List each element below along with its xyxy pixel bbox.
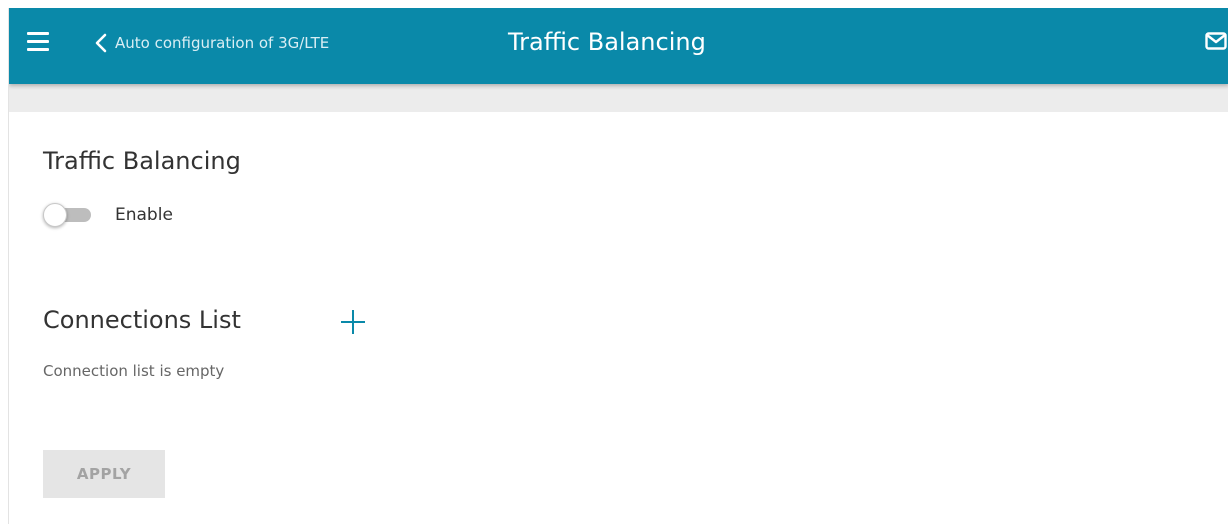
page-title: Traffic Balancing: [508, 28, 706, 56]
toggle-knob: [43, 203, 67, 227]
chevron-left-icon: [95, 33, 107, 53]
enable-label: Enable: [115, 205, 173, 225]
mail-icon: [1205, 32, 1227, 50]
sub-header-bar: [9, 84, 1228, 112]
back-link-label: Auto configuration of 3G/LTE: [115, 34, 330, 52]
top-app-bar: Auto configuration of 3G/LTE Traffic Bal…: [9, 8, 1228, 84]
enable-toggle-row: Enable: [43, 203, 173, 227]
plus-icon: [341, 310, 365, 334]
empty-list-message: Connection list is empty: [43, 362, 225, 380]
connections-list-heading: Connections List: [43, 306, 241, 334]
apply-button[interactable]: APPLY: [43, 450, 165, 498]
notifications-button[interactable]: [1205, 32, 1227, 50]
add-connection-button[interactable]: [339, 308, 367, 336]
menu-button[interactable]: [27, 32, 51, 52]
traffic-balancing-heading: Traffic Balancing: [43, 147, 241, 175]
back-link[interactable]: Auto configuration of 3G/LTE: [95, 30, 329, 56]
app-window: Auto configuration of 3G/LTE Traffic Bal…: [8, 8, 1228, 524]
enable-toggle[interactable]: [43, 203, 93, 227]
